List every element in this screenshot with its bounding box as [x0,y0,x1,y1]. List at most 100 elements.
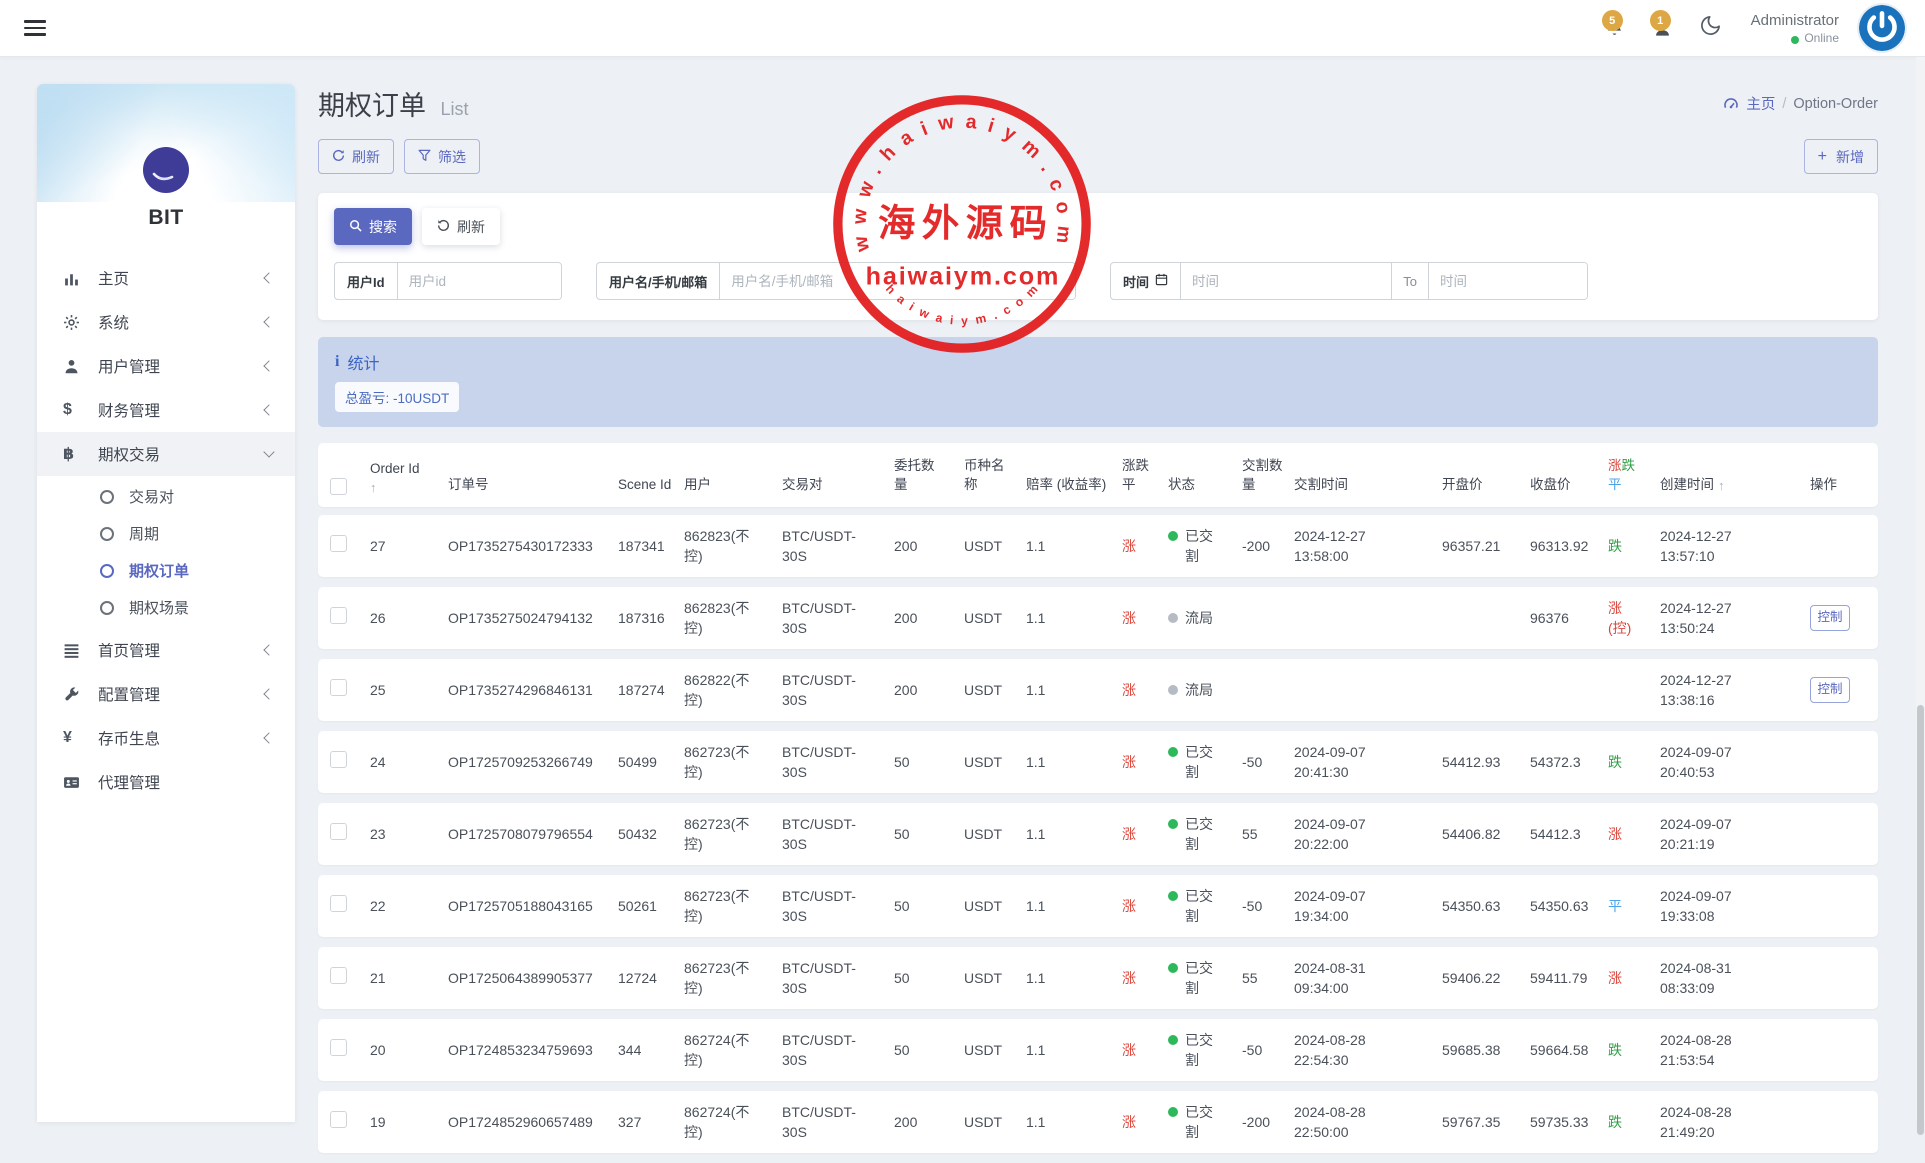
cell-open: 54406.82 [1442,824,1530,844]
user-id-input[interactable] [398,263,561,299]
circle-icon [100,490,114,504]
sidebar-submenu: 交易对周期期权订单期权场景 [37,476,295,628]
sidebar-subitem-period[interactable]: 周期 [37,515,295,552]
row-checkbox[interactable] [330,823,347,840]
gear-icon [63,314,86,331]
wrench-icon [63,686,86,703]
cell-order_no: OP1735275430172333 [448,536,618,556]
cell-settle_time: 2024-09-07 20:22:00 [1294,814,1442,855]
page-title: 期权订单 [318,91,426,121]
chevron-left-icon [263,360,274,371]
search-button[interactable]: 搜索 [334,208,412,245]
dark-mode-toggle[interactable] [1697,13,1725,43]
sidebar-item-home[interactable]: 主页 [37,256,295,300]
cell-amount: 200 [894,608,964,628]
cell-order_no: OP1735275024794132 [448,608,618,628]
sidebar-item-label: 用户管理 [98,355,160,377]
cell-coin: USDT [964,680,1026,700]
control-button[interactable]: 控制 [1810,605,1850,631]
sidebar-item-user-mgmt[interactable]: 用户管理 [37,344,295,388]
cell-scene: 50261 [618,896,684,916]
sidebar-item-config-mgmt[interactable]: 配置管理 [37,672,295,716]
cell-user: 862724(不控) [684,1102,782,1143]
cell-status: 已交割 [1168,1030,1242,1071]
reset-button[interactable]: 刷新 [422,208,500,245]
scrollbar-thumb[interactable] [1917,705,1924,1135]
sidebar-item-homepage-mgmt[interactable]: 首页管理 [37,628,295,672]
sidebar-subitem-option-order[interactable]: 期权订单 [37,552,295,589]
filter-button[interactable]: 筛选 [404,139,480,174]
cell-order_no: OP1735274296846131 [448,680,618,700]
messages-button[interactable]: 1 [1649,13,1677,43]
row-checkbox[interactable] [330,1039,347,1056]
user-name-input[interactable] [720,263,1075,299]
row-checkbox[interactable] [330,895,347,912]
cell-settle_amount: -50 [1242,752,1294,772]
sidebar-menu: 主页系统用户管理 $财务管理฿期权交易交易对周期期权订单期权场景首页管理配置管理¥… [37,256,295,804]
dollar-icon: $ [63,401,86,419]
status-dot-icon [1168,891,1178,901]
cell-settle_amount: -50 [1242,896,1294,916]
row-checkbox[interactable] [330,751,347,768]
row-checkbox[interactable] [330,967,347,984]
sidebar-item-agent-mgmt[interactable]: 代理管理 [37,760,295,804]
cell-pair: BTC/USDT-30S [782,1030,894,1071]
table-row: 23OP172570807979655450432862723(不控)BTC/U… [318,803,1878,865]
user-menu[interactable]: Administrator Online [1751,12,1839,45]
breadcrumb-home-link[interactable]: 主页 [1746,93,1775,114]
time-to-input[interactable] [1429,263,1587,299]
cell-odds: 1.1 [1026,896,1122,916]
table-row: 22OP172570518804316550261862723(不控)BTC/U… [318,875,1878,937]
cell-result: 涨(控) [1608,598,1660,639]
row-checkbox[interactable] [330,535,347,552]
menu-toggle-button[interactable] [24,16,46,39]
sort-asc-icon: ↑ [1718,478,1725,493]
sidebar-subitem-trade-pair[interactable]: 交易对 [37,478,295,515]
cell-close: 54350.63 [1530,896,1608,916]
user-id-label: 用户Id [335,263,398,299]
notifications-button[interactable]: 5 [1601,13,1629,43]
avatar[interactable] [1859,5,1905,51]
user-name-label: 用户名/手机/邮箱 [597,263,720,299]
row-checkbox[interactable] [330,1111,347,1128]
orders-table: Order Id↑订单号Scene Id用户交易对委托数量币种名称赔率 (收益率… [318,443,1878,1153]
cell-check [330,895,370,917]
topbar: 5 1 Administrator Online [0,0,1925,57]
cell-settle_amount: 55 [1242,968,1294,988]
cell-scene: 187316 [618,608,684,628]
cell-amount: 50 [894,752,964,772]
sidebar-item-option-trade[interactable]: ฿期权交易 [37,432,295,476]
scrollbar[interactable] [1916,57,1925,1122]
time-from-input[interactable] [1181,263,1391,299]
list-icon [63,642,86,659]
sidebar-item-deposit-interest[interactable]: ¥存币生息 [37,716,295,760]
status-dot-icon [1168,747,1178,757]
cell-result: 涨 [1608,824,1660,844]
select-all-checkbox[interactable] [330,478,347,495]
status-dot-icon [1168,613,1178,623]
cell-check [330,679,370,701]
message-badge: 1 [1650,10,1671,31]
cell-settle_amount: -200 [1242,536,1294,556]
table-row: 25OP1735274296846131187274862822(不控)BTC/… [318,659,1878,721]
cell-created: 2024-09-07 20:21:19 [1660,814,1810,855]
row-checkbox[interactable] [330,607,347,624]
refresh-button[interactable]: 刷新 [318,139,394,174]
cell-close: 59411.79 [1530,968,1608,988]
sidebar-item-label: 期权交易 [98,443,160,465]
add-button[interactable]: 新增 [1804,139,1878,174]
cell-check [330,1039,370,1061]
control-button[interactable]: 控制 [1810,677,1850,703]
col-close-header: 收盘价 [1530,475,1608,507]
cell-coin: USDT [964,968,1026,988]
circle-icon [100,527,114,541]
sidebar-item-system[interactable]: 系统 [37,300,295,344]
online-dot-icon [1791,36,1799,44]
sidebar-item-finance-mgmt[interactable]: $财务管理 [37,388,295,432]
cell-user: 862723(不控) [684,886,782,927]
sidebar-subitem-option-scene[interactable]: 期权场景 [37,589,295,626]
cell-pair: BTC/USDT-30S [782,814,894,855]
cell-settle_time: 2024-08-28 22:50:00 [1294,1102,1442,1143]
row-checkbox[interactable] [330,679,347,696]
table-body: 27OP1735275430172333187341862823(不控)BTC/… [318,515,1878,1153]
